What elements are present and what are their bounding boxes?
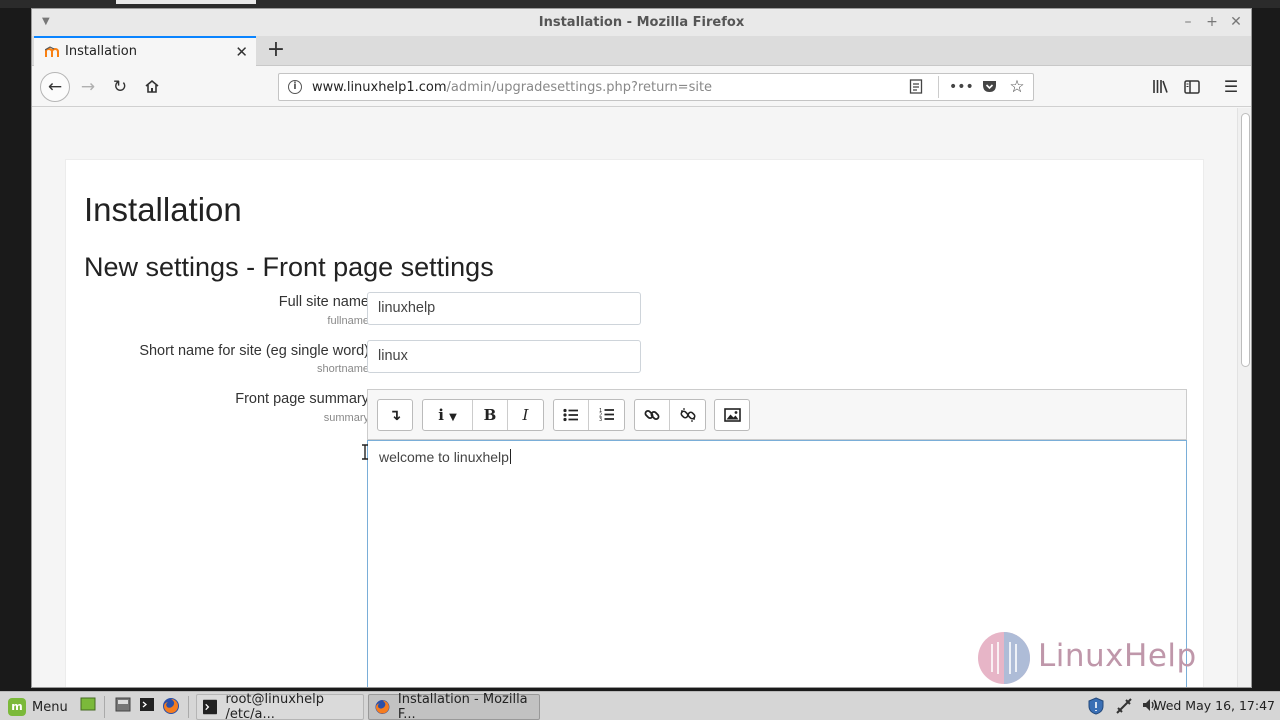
italic-icon[interactable]: I — [508, 400, 543, 430]
task-terminal[interactable]: root@linuxhelp /etc/a... — [196, 692, 364, 720]
summary-label: Front page summary — [235, 391, 369, 407]
maximize-icon[interactable]: + — [1203, 13, 1221, 31]
unlink-icon[interactable] — [670, 400, 705, 430]
shield-icon[interactable] — [1086, 697, 1106, 717]
url-bar[interactable]: i www.linuxhelp1.com/admin/upgradesettin… — [278, 73, 1034, 101]
svg-text:3: 3 — [599, 417, 602, 422]
url-text[interactable]: www.linuxhelp1.com/admin/upgradesettings… — [312, 80, 712, 95]
file-manager-icon[interactable] — [113, 697, 133, 717]
info-icon[interactable]: i ▼ — [423, 400, 473, 430]
new-tab-icon[interactable]: + — [265, 38, 287, 62]
bold-icon[interactable]: B — [473, 400, 508, 430]
home-icon[interactable] — [138, 73, 166, 101]
watermark-text: LinuxHelp — [1038, 638, 1197, 674]
fullname-label: Full site name — [278, 294, 369, 310]
fullname-sublabel: fullname — [327, 315, 369, 327]
page-title: Installation — [84, 191, 242, 228]
close-tab-icon[interactable]: ✕ — [235, 43, 248, 61]
forward-arrow-icon[interactable]: → — [74, 73, 102, 101]
image-icon[interactable] — [715, 400, 749, 430]
shortname-label: Short name for site (eg single word) — [139, 343, 369, 359]
back-arrow-icon[interactable]: ← — [40, 72, 70, 102]
linuxhelp-logo-icon — [978, 632, 1030, 684]
fullname-input[interactable]: linuxhelp — [367, 292, 641, 325]
page-viewport: Installation New settings - Front page s… — [32, 108, 1237, 687]
shortname-sublabel: shortname — [317, 363, 369, 375]
tab-label: Installation — [65, 44, 138, 59]
navigation-toolbar: ← → ↻ i www.linuxhelp1.com/admin/upgrade… — [32, 67, 1251, 107]
link-icon[interactable] — [635, 400, 670, 430]
minimize-icon[interactable]: – — [1179, 13, 1197, 31]
summary-editor-text[interactable]: welcome to linuxhelp — [379, 449, 511, 465]
tab-bar: Installation ✕ + — [32, 36, 1251, 66]
vertical-scrollbar[interactable] — [1237, 108, 1251, 687]
desktop-top-strip — [0, 0, 1280, 8]
editor-toolbar: ↴ i ▼ B I 123 — [367, 389, 1187, 440]
summary-sublabel: summary — [323, 412, 369, 424]
bookmark-star-icon[interactable]: ☆ — [1005, 76, 1029, 98]
start-menu-button[interactable]: m Menu — [8, 696, 68, 718]
mouse-ibeam-cursor-icon — [362, 444, 368, 460]
shortname-input[interactable]: linux — [367, 340, 641, 373]
taskbar-separator — [188, 696, 189, 718]
task-firefox[interactable]: Installation - Mozilla F... — [368, 692, 540, 720]
linuxhelp-watermark: LinuxHelp — [976, 628, 1226, 688]
moodle-favicon-icon — [45, 46, 59, 57]
terminal-task-icon — [203, 699, 218, 715]
toolbar-group-expand: ↴ — [377, 399, 413, 431]
close-window-icon[interactable]: ✕ — [1227, 13, 1245, 31]
numbered-list-icon[interactable]: 123 — [589, 400, 624, 430]
tab-installation[interactable]: Installation ✕ — [34, 36, 256, 66]
terminal-icon[interactable] — [137, 697, 157, 717]
taskbar: m Menu root@linuxhelp /etc/a... Installa… — [0, 691, 1280, 720]
url-separator — [938, 76, 939, 98]
bullet-list-icon[interactable] — [554, 400, 589, 430]
toolbar-group-lists: 123 — [553, 399, 625, 431]
toolbar-group-format: i ▼ B I — [422, 399, 544, 431]
firefox-window: ▼ Installation - Mozilla Firefox – + ✕ I… — [31, 8, 1252, 688]
section-title: New settings - Front page settings — [84, 252, 494, 282]
taskbar-separator — [104, 696, 105, 718]
toolbar-group-media — [714, 399, 750, 431]
show-desktop-icon[interactable] — [78, 697, 98, 717]
window-title: Installation - Mozilla Firefox — [538, 15, 745, 30]
mint-logo-icon: m — [8, 698, 26, 716]
task-terminal-label: root@linuxhelp /etc/a... — [225, 692, 325, 720]
pocket-icon[interactable] — [977, 76, 1001, 98]
toolbar-group-links — [634, 399, 706, 431]
firefox-task-icon — [375, 700, 390, 714]
sidebar-icon[interactable] — [1178, 73, 1206, 101]
page-actions-icon[interactable]: ••• — [949, 76, 974, 98]
title-bar[interactable]: ▼ Installation - Mozilla Firefox – + ✕ — [32, 9, 1251, 36]
hamburger-menu-icon[interactable]: ☰ — [1217, 73, 1245, 101]
clock: Wed May 16, 17:47 — [1154, 698, 1275, 713]
reader-view-icon[interactable] — [904, 76, 928, 98]
library-icon[interactable] — [1146, 73, 1174, 101]
site-info-icon[interactable]: i — [288, 80, 302, 94]
expand-icon[interactable]: ↴ — [378, 400, 412, 430]
menu-label: Menu — [32, 699, 68, 715]
desktop-window-edge — [116, 0, 256, 4]
text-caret — [509, 449, 511, 464]
reload-icon[interactable]: ↻ — [106, 73, 134, 101]
network-icon[interactable] — [1114, 697, 1134, 717]
scrollbar-thumb[interactable] — [1241, 113, 1250, 367]
firefox-launcher-icon[interactable] — [161, 697, 181, 717]
task-firefox-label: Installation - Mozilla F... — [397, 692, 528, 720]
